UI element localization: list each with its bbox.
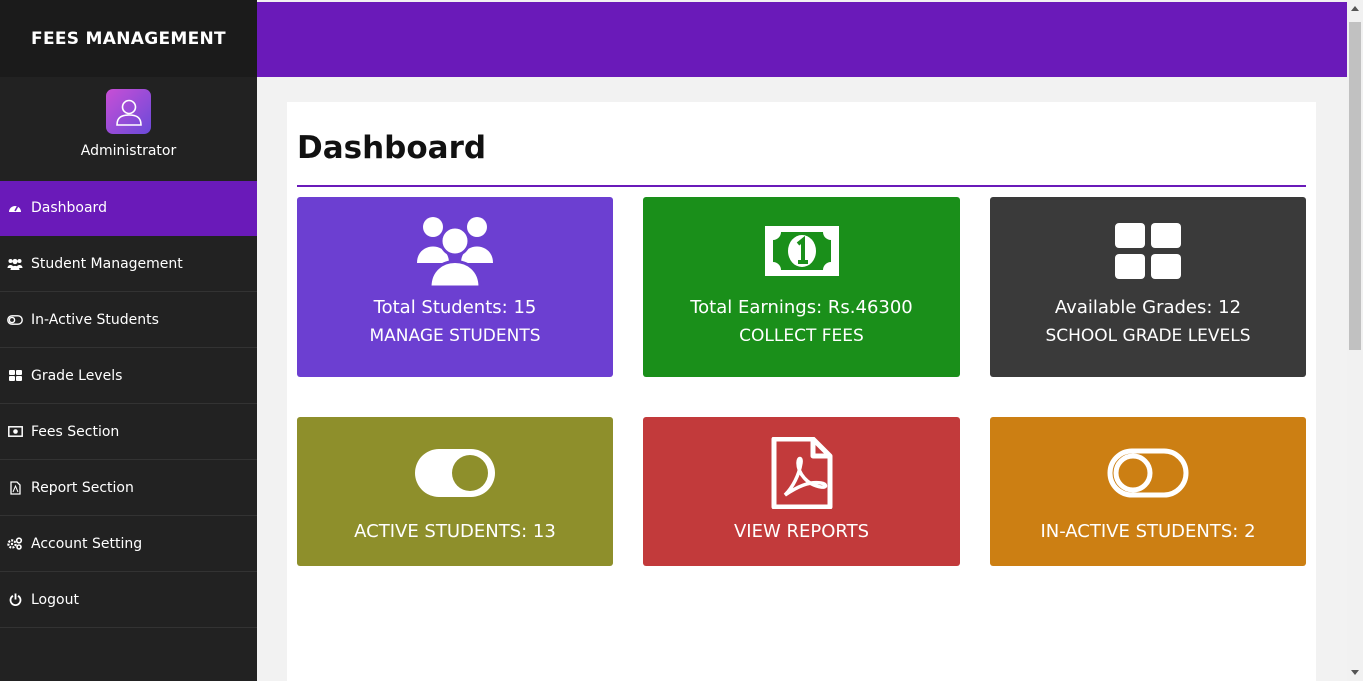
school-grade-levels-link[interactable]: SCHOOL GRADE LEVELS <box>1045 326 1250 346</box>
scroll-up-arrow-icon[interactable] <box>1351 6 1359 11</box>
sidebar-item-student-management[interactable]: Student Management <box>0 236 257 292</box>
top-bar <box>257 2 1347 77</box>
user-icon <box>106 89 151 134</box>
manage-students-link[interactable]: MANAGE STUDENTS <box>369 326 540 346</box>
total-students-label: Total Students: 15 <box>373 297 537 318</box>
title-divider <box>297 185 1306 187</box>
view-reports-card[interactable]: VIEW REPORTS <box>643 417 960 566</box>
user-profile: Administrator <box>0 77 257 181</box>
page-title: Dashboard <box>297 130 487 166</box>
active-students-card[interactable]: ACTIVE STUDENTS: 13 <box>297 417 613 566</box>
toggle-on-icon <box>414 437 496 509</box>
sidebar-item-fees-section[interactable]: Fees Section <box>0 404 257 460</box>
sidebar-item-label: Account Setting <box>31 535 143 552</box>
sidebar-item-inactive-students[interactable]: In-Active Students <box>0 292 257 348</box>
total-students-card[interactable]: Total Students: 15 MANAGE STUDENTS <box>297 197 613 377</box>
sidebar: FEES MANAGEMENT Administrator Dashboard … <box>0 0 257 681</box>
users-icon <box>416 215 494 287</box>
toggle-off-icon <box>7 312 23 328</box>
sidebar-item-label: Student Management <box>31 255 183 272</box>
sidebar-item-label: Fees Section <box>31 423 120 440</box>
total-earnings-card[interactable]: Total Earnings: Rs.46300 COLLECT FEES <box>643 197 960 377</box>
cogs-icon <box>7 536 23 552</box>
dashboard-panel: Dashboard Total Students: 15 MANAGE STUD… <box>287 102 1316 681</box>
available-grades-card[interactable]: Available Grades: 12 SCHOOL GRADE LEVELS <box>990 197 1306 377</box>
total-earnings-label: Total Earnings: Rs.46300 <box>690 297 913 318</box>
sidebar-item-label: Dashboard <box>31 200 107 216</box>
grid-icon <box>1115 215 1181 287</box>
view-reports-label[interactable]: VIEW REPORTS <box>734 521 869 542</box>
users-icon <box>7 256 23 272</box>
sidebar-item-dashboard[interactable]: Dashboard <box>0 181 257 236</box>
sidebar-item-label: In-Active Students <box>31 311 159 328</box>
scrollbar-thumb[interactable] <box>1349 22 1361 350</box>
sidebar-item-grade-levels[interactable]: Grade Levels <box>0 348 257 404</box>
sidebar-item-label: Report Section <box>31 479 134 496</box>
active-students-label: ACTIVE STUDENTS: 13 <box>354 521 556 542</box>
scroll-down-arrow-icon[interactable] <box>1351 670 1359 675</box>
sidebar-item-account-setting[interactable]: Account Setting <box>0 516 257 572</box>
pdf-file-icon <box>771 437 833 509</box>
pdf-file-icon <box>7 480 23 496</box>
sidebar-item-label: Logout <box>31 591 79 608</box>
sidebar-item-logout[interactable]: Logout <box>0 572 257 628</box>
vertical-scrollbar[interactable] <box>1347 0 1363 681</box>
collect-fees-link[interactable]: COLLECT FEES <box>739 326 864 346</box>
grid-icon <box>7 368 23 384</box>
inactive-students-card[interactable]: IN-ACTIVE STUDENTS: 2 <box>990 417 1306 566</box>
inactive-students-label: IN-ACTIVE STUDENTS: 2 <box>1040 521 1256 542</box>
sidebar-item-report-section[interactable]: Report Section <box>0 460 257 516</box>
app-title: FEES MANAGEMENT <box>0 0 257 77</box>
power-icon <box>7 592 23 608</box>
dashboard-icon <box>7 200 23 216</box>
sidebar-item-label: Grade Levels <box>31 367 123 384</box>
available-grades-label: Available Grades: 12 <box>1054 297 1242 318</box>
money-icon <box>7 424 23 440</box>
profile-name: Administrator <box>80 143 177 159</box>
money-bill-icon <box>763 215 841 287</box>
toggle-off-icon <box>1107 437 1189 509</box>
